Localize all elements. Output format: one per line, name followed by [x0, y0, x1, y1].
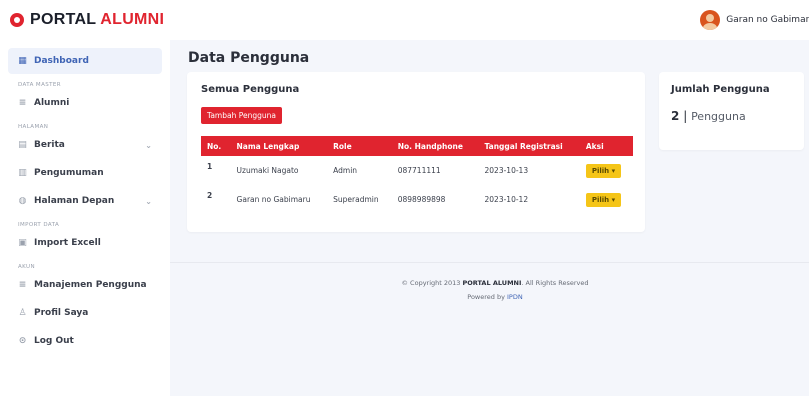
- sidebar-item-label: Manajemen Pengguna: [34, 280, 147, 290]
- sidebar-item-profil-saya[interactable]: ♙ Profil Saya: [8, 300, 162, 326]
- megaphone-icon: ▥: [18, 167, 27, 178]
- user-name[interactable]: Garan no Gabimaru: [726, 15, 809, 25]
- caret-down-icon: ▾: [611, 166, 616, 175]
- column-header-no: No.: [201, 136, 231, 156]
- users-card: Semua Pengguna Tambah Pengguna No. Nama …: [187, 72, 645, 232]
- column-header-action: Aksi: [579, 136, 633, 156]
- cell-name: Uzumaki Nagato: [236, 166, 299, 175]
- column-header-role: Role: [327, 136, 392, 156]
- sidebar: ▦ Dashboard DATA MASTER ≡ Alumni HALAMAN…: [0, 40, 170, 396]
- sidebar-item-alumni[interactable]: ≡ Alumni: [8, 90, 162, 116]
- user-count-label: Pengguna: [691, 110, 746, 123]
- chevron-down-icon: ⌄: [145, 140, 152, 150]
- sidebar-section-import-data: IMPORT DATA: [18, 222, 60, 228]
- sidebar-item-label: Pengumuman: [34, 168, 104, 178]
- column-header-phone: No. Handphone: [391, 136, 479, 156]
- cell-name: Garan no Gabimaru: [236, 195, 311, 204]
- person-icon: ♙: [18, 307, 27, 318]
- grid-icon: ▦: [18, 55, 27, 66]
- top-bar: PORTAL ALUMNI Garan no Gabimaru: [0, 0, 809, 40]
- cell-date: 2023-10-13: [484, 166, 529, 175]
- brand-name: PORTAL ALUMNI: [30, 11, 165, 28]
- chevron-down-icon: ⌄: [145, 196, 152, 206]
- newspaper-icon: ▤: [18, 139, 27, 150]
- sidebar-item-label: Halaman Depan: [34, 196, 115, 206]
- sidebar-item-label: Dashboard: [34, 56, 89, 66]
- cell-role: Admin: [333, 166, 358, 175]
- cell-role: Superadmin: [333, 195, 379, 204]
- home-icon: ◍: [18, 195, 27, 206]
- users-gear-icon: ≡: [18, 279, 27, 290]
- footer: © Copyright 2013 PORTAL ALUMNI. All Righ…: [170, 276, 809, 304]
- logout-icon: ⊙: [18, 335, 27, 346]
- table-header-row: No. Nama Lengkap Role No. Handphone Tang…: [201, 136, 633, 156]
- user-count-separator: |: [683, 109, 688, 123]
- cell-no: 2: [207, 191, 213, 200]
- brand-logo-link[interactable]: PORTAL ALUMNI: [10, 11, 164, 29]
- add-user-button[interactable]: Tambah Pengguna: [201, 107, 282, 124]
- table-row: 1 Uzumaki Nagato Admin 087711111 2023-10…: [201, 156, 633, 185]
- sidebar-item-halaman-depan[interactable]: ◍ Halaman Depan ⌄: [8, 188, 162, 214]
- file-icon: ▣: [18, 237, 27, 248]
- sidebar-item-dashboard[interactable]: ▦ Dashboard: [8, 48, 162, 74]
- footer-divider: [170, 262, 809, 263]
- column-header-name: Nama Lengkap: [230, 136, 328, 156]
- sidebar-section-data-master: DATA MASTER: [18, 82, 61, 88]
- cell-action: Pilih ▾: [580, 185, 633, 214]
- pilih-dropdown-button[interactable]: Pilih ▾: [585, 192, 622, 207]
- caret-down-icon: ▾: [611, 195, 616, 204]
- brand-logo-icon: [10, 13, 24, 27]
- cell-no: 1: [207, 162, 213, 171]
- sidebar-section-akun: AKUN: [18, 264, 35, 270]
- user-count-title: Jumlah Pengguna: [671, 84, 770, 95]
- user-menu[interactable]: Garan no Gabimaru: [700, 10, 809, 30]
- powered-by-link[interactable]: IPDN: [507, 293, 523, 301]
- copyright-text: © Copyright 2013 PORTAL ALUMNI. All Righ…: [401, 279, 589, 287]
- sidebar-item-label: Profil Saya: [34, 308, 89, 318]
- sidebar-item-label: Import Excell: [34, 238, 101, 248]
- pilih-dropdown-button[interactable]: Pilih ▾: [585, 163, 622, 178]
- sidebar-item-label: Alumni: [34, 98, 70, 108]
- table-row: 2 Garan no Gabimaru Superadmin 089898989…: [201, 185, 633, 214]
- main-content: Data Pengguna Semua Pengguna Tambah Peng…: [170, 40, 809, 396]
- sidebar-section-halaman: HALAMAN: [18, 124, 49, 130]
- column-header-date: Tanggal Registrasi: [478, 136, 580, 156]
- sidebar-item-log-out[interactable]: ⊙ Log Out: [8, 328, 162, 354]
- user-count-number: 2: [671, 109, 680, 123]
- users-table: No. Nama Lengkap Role No. Handphone Tang…: [201, 136, 633, 214]
- cell-phone: 0898989898: [397, 195, 446, 204]
- users-card-title: Semua Pengguna: [201, 84, 300, 95]
- cell-action: Pilih ▾: [580, 156, 633, 185]
- sidebar-item-label: Berita: [34, 140, 65, 150]
- sidebar-item-label: Log Out: [34, 336, 74, 346]
- sidebar-item-berita[interactable]: ▤ Berita ⌄: [8, 132, 162, 158]
- avatar[interactable]: [700, 10, 721, 30]
- users-icon: ≡: [18, 97, 27, 108]
- sidebar-item-import-excell[interactable]: ▣ Import Excell: [8, 230, 162, 256]
- user-count-card: Jumlah Pengguna 2 | Pengguna: [659, 72, 804, 150]
- powered-by-text: Powered by IPDN: [467, 293, 523, 301]
- sidebar-item-manajemen-pengguna[interactable]: ≡ Manajemen Pengguna: [8, 272, 162, 298]
- cell-date: 2023-10-12: [484, 195, 529, 204]
- sidebar-item-pengumuman[interactable]: ▥ Pengumuman: [8, 160, 162, 186]
- cell-phone: 087711111: [397, 166, 441, 175]
- page-title: Data Pengguna: [188, 50, 310, 66]
- user-count-value: 2 | Pengguna: [671, 109, 792, 123]
